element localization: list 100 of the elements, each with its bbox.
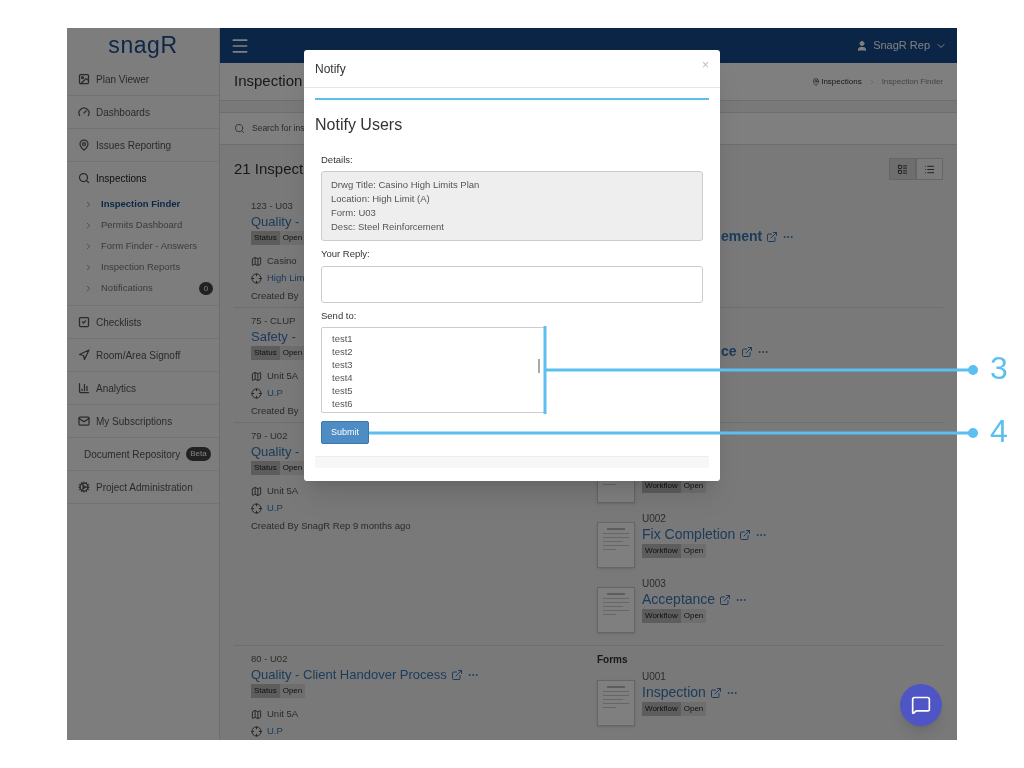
user-menu[interactable]: SnagR Rep	[856, 37, 947, 54]
sidebar-item[interactable]: Document Repository Beta	[67, 438, 219, 470]
close-button[interactable]: ×	[702, 55, 709, 74]
badge-value: Open	[680, 609, 707, 623]
sidebar-subitem[interactable]: Notifications 0	[67, 278, 219, 299]
sidebar-subitem[interactable]: Form Finder - Answers	[67, 236, 219, 257]
scrollbar-thumb[interactable]	[538, 358, 540, 373]
location-text: Unit 5A	[267, 707, 299, 722]
badge-label: Workflow	[642, 609, 681, 623]
list-icon	[924, 163, 935, 175]
map-pin-icon	[78, 139, 90, 151]
reply-field[interactable]	[321, 265, 703, 303]
record-title[interactable]: Quality - Client Handover Process	[251, 664, 447, 685]
recipient-option[interactable]: test2	[322, 344, 534, 358]
inspection-code: 123 - U03	[251, 199, 293, 212]
sidebar-item[interactable]: Dashboards	[67, 96, 219, 128]
callout-number: 3	[990, 352, 1008, 384]
form-title[interactable]: Fix Completion	[642, 524, 736, 545]
area-link[interactable]: High Lim	[267, 271, 305, 286]
chevron-icon	[84, 263, 93, 272]
external-link-icon[interactable]	[719, 593, 732, 606]
crosshair-icon	[251, 726, 262, 737]
sidebar-subitem[interactable]: Inspection Reports	[67, 257, 219, 278]
sidebar-item[interactable]: My Subscriptions	[67, 405, 219, 437]
recipient-option[interactable]: test1	[322, 331, 534, 345]
field-label: Your Reply:	[321, 247, 370, 262]
record-title[interactable]: Safety -	[251, 326, 296, 347]
crosshair-icon	[251, 503, 262, 514]
form-title[interactable]: ce	[721, 341, 737, 362]
external-link-icon[interactable]	[766, 230, 779, 243]
sidebar-item[interactable]: Issues Reporting	[67, 129, 219, 161]
chevron-icon	[84, 221, 93, 230]
chevron-icon	[84, 242, 93, 251]
sidebar-item[interactable]: Project Administration	[67, 471, 219, 503]
form-title[interactable]: Inspection	[642, 682, 706, 703]
area-link[interactable]: U.P	[267, 386, 283, 401]
chevron-icon	[84, 284, 93, 293]
form-title[interactable]: Acceptance	[642, 589, 716, 610]
map-pin-icon	[812, 77, 821, 86]
image-icon	[78, 73, 90, 85]
logo[interactable]: snagR	[108, 28, 178, 63]
sidebar-subitem[interactable]: Permits Dashboard	[67, 215, 219, 236]
dialog-heading: Notify Users	[315, 115, 404, 135]
sidebar-item[interactable]: Room/Area Signoff	[67, 339, 219, 371]
document-thumbnail	[597, 680, 635, 726]
settings-icon	[78, 481, 90, 493]
external-link-icon[interactable]	[739, 528, 752, 541]
sidebar-item[interactable]: Inspections	[67, 162, 219, 194]
details-field[interactable]: Drwg Title: Casino High Limits Plan Location: High Limit (A) Form: U03 Desc: Steel Reinforcement	[321, 171, 703, 242]
created-text: Created By	[251, 404, 299, 418]
search-icon	[234, 123, 245, 134]
checkbox-icon	[78, 316, 90, 328]
results-count: 21 Inspect	[234, 158, 304, 179]
dialog-title: Notify	[315, 60, 346, 78]
recipient-list[interactable]: test1 test2 test3 test4 test5 test6	[321, 326, 545, 413]
form-title[interactable]: ement	[721, 226, 763, 247]
badge-label: Workflow	[642, 544, 681, 558]
area-link[interactable]: U.P	[267, 724, 283, 739]
form-code: U003	[642, 577, 667, 590]
inspection-code: 79 - U02	[251, 429, 288, 442]
user-icon	[856, 39, 869, 52]
arrow-icon	[78, 349, 90, 361]
view-toggle[interactable]	[889, 158, 916, 180]
forms-heading: Forms	[597, 653, 629, 667]
badge-value: Open	[279, 231, 306, 245]
recipient-option[interactable]: test6	[322, 396, 534, 410]
submit-button[interactable]: Submit	[321, 420, 369, 444]
location-text: Unit 5A	[267, 484, 299, 499]
created-text: Created By	[251, 289, 299, 303]
sidebar-item[interactable]: Analytics	[67, 372, 219, 404]
record-title[interactable]: Quality -	[251, 441, 300, 462]
details-line: Form: U03	[331, 206, 377, 221]
form-code: U002	[642, 512, 667, 525]
external-link-icon[interactable]	[450, 668, 463, 681]
badge-value: Open	[279, 346, 306, 360]
created-text: Created By SnagR Rep 9 months ago	[251, 519, 411, 533]
badge-label: Status	[251, 231, 280, 245]
recipient-option[interactable]: test5	[322, 383, 534, 397]
recipient-option[interactable]: test4	[322, 370, 534, 384]
sidebar-item[interactable]: Plan Viewer	[67, 63, 219, 95]
record-title[interactable]: Quality -	[251, 211, 300, 232]
view-toggle[interactable]	[916, 158, 943, 180]
callout-number: 4	[990, 415, 1008, 447]
details-line: Desc: Steel Reinforcement	[331, 220, 445, 235]
recipient-option[interactable]: test3	[322, 357, 534, 371]
external-link-icon[interactable]	[709, 686, 722, 699]
sidebar-item[interactable]: Checklists	[67, 306, 219, 338]
mail-icon	[78, 415, 90, 427]
form-code: U001	[642, 670, 667, 683]
external-link-icon[interactable]	[740, 345, 753, 358]
badge-value: Open	[680, 702, 707, 716]
badge-label: Status	[251, 684, 280, 698]
inspection-code: 75 - CLUP	[251, 314, 296, 327]
crosshair-icon	[251, 388, 262, 399]
badge-label: Workflow	[642, 702, 681, 716]
beta-badge: Beta	[186, 447, 211, 461]
field-label: Details:	[321, 153, 353, 167]
sidebar-subitem[interactable]: Inspection Finder	[67, 194, 219, 215]
area-link[interactable]: U.P	[267, 501, 283, 516]
breadcrumb-link[interactable]: Inspections	[821, 75, 862, 88]
